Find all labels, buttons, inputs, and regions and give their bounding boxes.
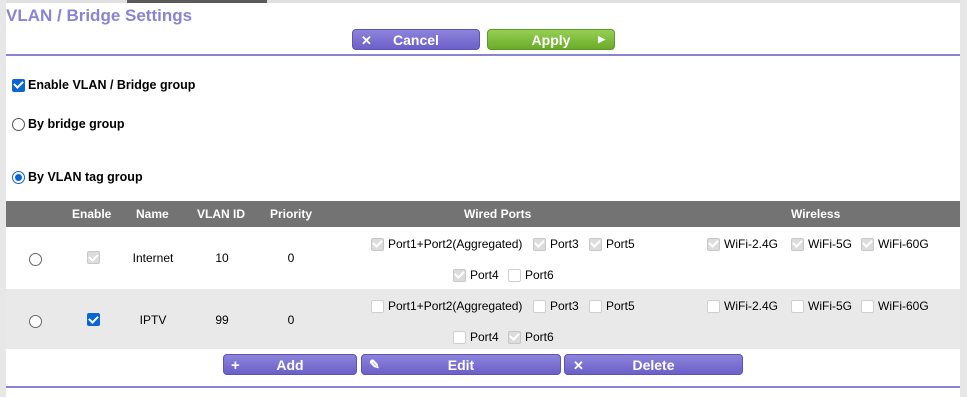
row-vlan-id: 10 <box>215 251 229 265</box>
wifi-60-label: WiFi-60G <box>878 237 929 251</box>
row-vlan-id: 99 <box>215 313 229 327</box>
port-4-option[interactable]: Port4 <box>453 268 499 282</box>
header-name: Name <box>136 207 169 221</box>
wifi-60-option[interactable]: WiFi-60G <box>861 299 929 313</box>
enable-vlan-label: Enable VLAN / Bridge group <box>28 78 196 92</box>
row-priority: 0 <box>287 251 295 265</box>
row-select-radio[interactable] <box>29 253 42 266</box>
port-4-label: Port4 <box>470 268 499 282</box>
port-4-option[interactable]: Port4 <box>453 330 499 344</box>
wifi-24-checkbox[interactable] <box>707 237 720 251</box>
vlan-tag-group-label: By VLAN tag group <box>28 170 143 184</box>
port-6-option[interactable]: Port6 <box>508 268 554 282</box>
row-name: IPTV <box>139 313 167 327</box>
port-6-label: Port6 <box>525 330 554 344</box>
vlan-tag-group-option[interactable]: By VLAN tag group <box>12 170 143 184</box>
x-icon: ✕ <box>573 358 584 373</box>
port-1-2-checkbox[interactable] <box>371 299 384 313</box>
port-5-checkbox[interactable] <box>589 299 602 313</box>
wifi-5-option[interactable]: WiFi-5G <box>791 299 852 313</box>
port-1-2-option[interactable]: Port1+Port2(Aggregated) <box>371 299 522 313</box>
port-5-label: Port5 <box>606 299 635 313</box>
port-3-option[interactable]: Port3 <box>533 237 579 251</box>
wifi-60-option[interactable]: WiFi-60G <box>861 237 929 251</box>
wifi-60-checkbox[interactable] <box>861 299 874 313</box>
edit-label: Edit <box>447 356 475 373</box>
wifi-24-label: WiFi-2.4G <box>724 299 778 313</box>
port-5-option[interactable]: Port5 <box>589 299 635 313</box>
port-3-option[interactable]: Port3 <box>533 299 579 313</box>
port-6-checkbox[interactable] <box>508 330 521 344</box>
header-enable: Enable <box>72 207 112 221</box>
apply-button[interactable]: Apply ▶ <box>487 29 615 50</box>
row-priority: 0 <box>287 313 295 327</box>
wifi-5-label: WiFi-5G <box>808 237 852 251</box>
wifi-24-checkbox[interactable] <box>707 299 720 313</box>
table-row: Internet 10 0 Port1+Port2(Aggregated) Po… <box>6 227 960 287</box>
port-1-2-checkbox[interactable] <box>371 237 384 251</box>
wifi-5-checkbox[interactable] <box>791 299 804 313</box>
wifi-24-option[interactable]: WiFi-2.4G <box>707 237 778 251</box>
enable-vlan-option[interactable]: Enable VLAN / Bridge group <box>12 78 195 92</box>
delete-label: Delete <box>632 356 675 373</box>
port-4-label: Port4 <box>470 330 499 344</box>
wifi-24-label: WiFi-2.4G <box>724 237 778 251</box>
port-4-checkbox[interactable] <box>453 330 466 344</box>
port-1-2-label: Port1+Port2(Aggregated) <box>388 299 523 313</box>
plus-icon: + <box>231 357 240 374</box>
row-enable-checkbox[interactable] <box>87 250 100 264</box>
page-title: VLAN / Bridge Settings <box>6 6 193 25</box>
port-5-checkbox[interactable] <box>589 237 602 251</box>
header-vlan-id: VLAN ID <box>197 207 245 221</box>
table-header: Enable Name VLAN ID Priority Wired Ports… <box>6 201 960 227</box>
port-1-2-label: Port1+Port2(Aggregated) <box>388 237 523 251</box>
vlan-tag-group-radio[interactable] <box>12 170 25 184</box>
wifi-5-option[interactable]: WiFi-5G <box>791 237 852 251</box>
pencil-icon: ✎ <box>369 357 380 372</box>
port-1-2-option[interactable]: Port1+Port2(Aggregated) <box>371 237 522 251</box>
bridge-group-label: By bridge group <box>28 117 125 131</box>
wifi-60-checkbox[interactable] <box>861 237 874 251</box>
arrow-right-icon: ▶ <box>598 34 605 44</box>
cancel-button[interactable]: ✕ Cancel <box>352 29 480 50</box>
port-6-checkbox[interactable] <box>508 268 521 282</box>
wifi-60-label: WiFi-60G <box>878 299 929 313</box>
port-3-checkbox[interactable] <box>533 237 546 251</box>
row-enable-checkbox[interactable] <box>87 312 100 326</box>
row-name: Internet <box>132 251 174 265</box>
table-row: IPTV 99 0 Port1+Port2(Aggregated) Port3 … <box>6 289 960 349</box>
window-top-strip-dark <box>127 0 267 3</box>
top-divider <box>6 54 960 56</box>
port-4-checkbox[interactable] <box>453 268 466 282</box>
edit-button[interactable]: ✎ Edit <box>361 354 561 375</box>
header-wireless: Wireless <box>791 207 841 221</box>
apply-label: Apply <box>531 31 571 48</box>
port-3-checkbox[interactable] <box>533 299 546 313</box>
x-icon: ✕ <box>361 33 372 48</box>
add-label: Add <box>276 356 304 373</box>
bridge-group-radio[interactable] <box>12 117 25 131</box>
right-margin <box>960 0 967 397</box>
port-5-option[interactable]: Port5 <box>589 237 635 251</box>
bridge-group-option[interactable]: By bridge group <box>12 117 125 131</box>
port-6-label: Port6 <box>525 268 554 282</box>
port-5-label: Port5 <box>606 237 635 251</box>
wifi-5-checkbox[interactable] <box>791 237 804 251</box>
delete-button[interactable]: ✕ Delete <box>564 354 743 375</box>
port-3-label: Port3 <box>550 237 579 251</box>
add-button[interactable]: + Add <box>223 354 357 375</box>
bottom-divider <box>6 386 960 388</box>
port-6-option[interactable]: Port6 <box>508 330 554 344</box>
wifi-24-option[interactable]: WiFi-2.4G <box>707 299 778 313</box>
row-select-radio[interactable] <box>29 315 42 328</box>
port-3-label: Port3 <box>550 299 579 313</box>
header-priority: Priority <box>270 207 313 221</box>
header-wired-ports: Wired Ports <box>464 207 532 221</box>
enable-vlan-checkbox[interactable] <box>12 78 25 92</box>
wifi-5-label: WiFi-5G <box>808 299 852 313</box>
